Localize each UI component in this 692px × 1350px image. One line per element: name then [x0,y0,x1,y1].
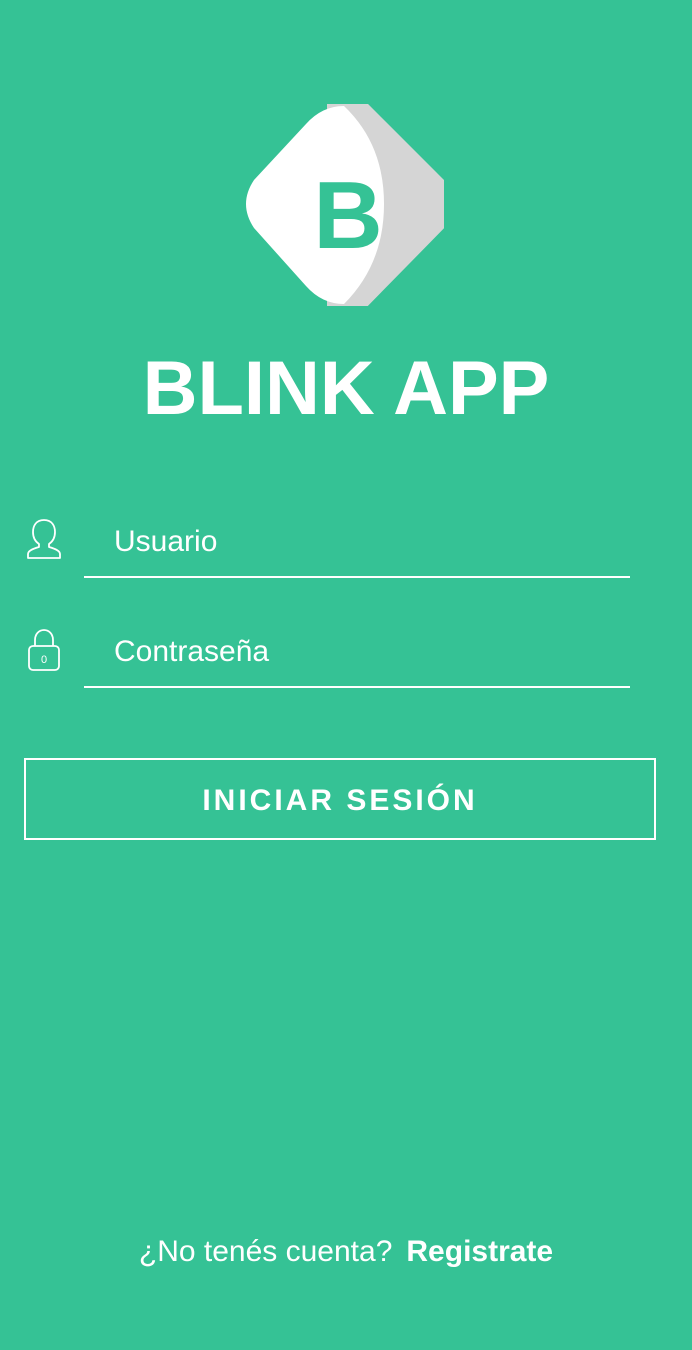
login-button[interactable]: INICIAR SESIÓN [24,758,656,840]
username-field-row [0,512,692,582]
password-input[interactable] [114,630,614,674]
diamond-logo-icon: B [244,104,444,306]
username-input[interactable] [114,520,614,564]
password-underline [84,622,630,688]
login-screen: B BLINK APP 0 INICIAR SESIÓN ¿No tenés c… [0,0,692,1350]
register-prompt: ¿No tenés cuenta? Registrate [0,1232,692,1272]
lock-digit: 0 [41,654,47,666]
user-icon [24,516,64,562]
register-link[interactable]: Registrate [406,1235,553,1268]
logo-letter: B [313,162,382,269]
password-field-row: 0 [0,622,692,692]
register-prompt-text: ¿No tenés cuenta? [138,1235,393,1268]
app-title: BLINK APP [142,346,550,431]
username-underline [84,512,630,578]
lock-icon: 0 [24,626,64,672]
